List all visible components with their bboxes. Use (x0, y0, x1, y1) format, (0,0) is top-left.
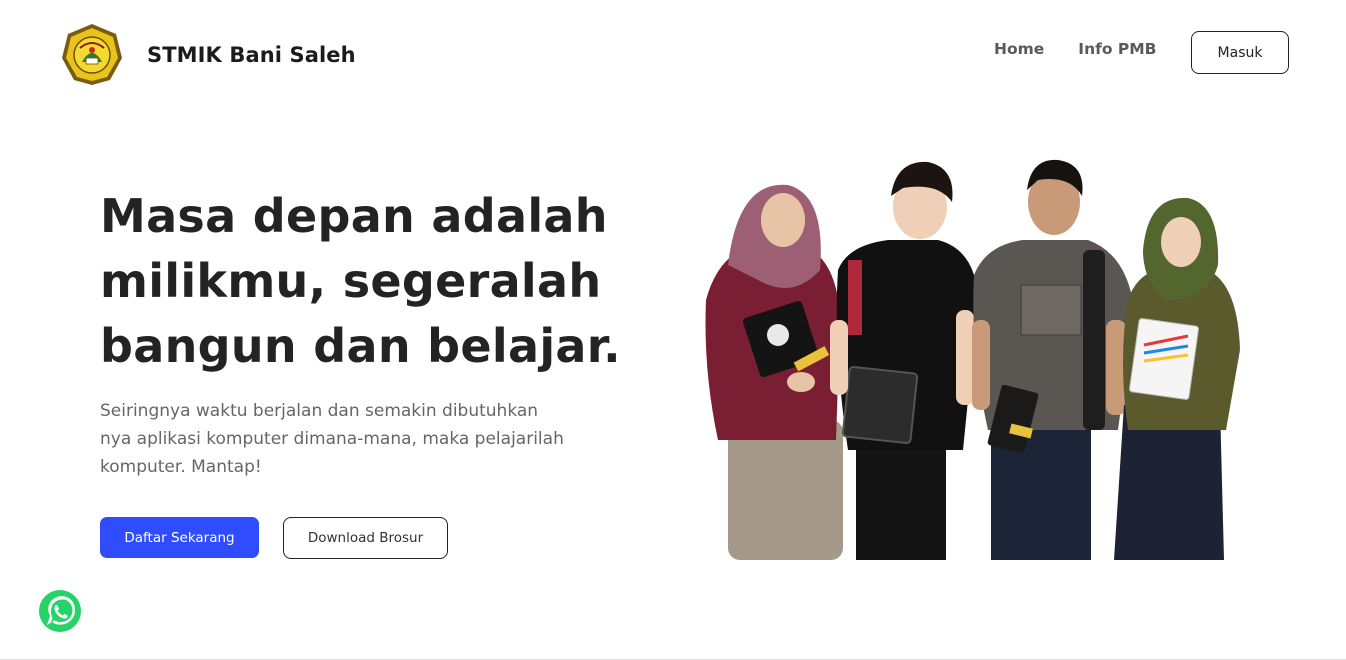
register-button[interactable]: Daftar Sekarang (100, 517, 259, 558)
download-brochure-button[interactable]: Download Brosur (283, 517, 448, 559)
brand[interactable]: STMIK Bani Saleh (60, 22, 356, 87)
student-figure (1114, 197, 1240, 560)
navbar: STMIK Bani Saleh Home Info PMB Masuk (0, 0, 1346, 110)
nav-links: Home Info PMB (994, 40, 1191, 58)
hero-title: Masa depan adalah milikmu, segeralah ban… (100, 189, 621, 373)
brand-name: STMIK Bani Saleh (147, 42, 356, 67)
nav-link-home[interactable]: Home (994, 40, 1044, 58)
whatsapp-icon[interactable] (38, 589, 82, 633)
hero-actions: Daftar Sekarang Download Brosur (100, 517, 448, 559)
student-figure (705, 184, 843, 560)
nav-link-info-pmb[interactable]: Info PMB (1078, 40, 1156, 58)
hero-description: Seiringnya waktu berjalan dan semakin di… (100, 401, 564, 477)
student-figure (972, 159, 1134, 560)
login-button[interactable]: Masuk (1191, 31, 1289, 74)
student-figure (830, 161, 978, 560)
college-logo-icon (62, 24, 122, 85)
students-hero-image (705, 159, 1240, 560)
